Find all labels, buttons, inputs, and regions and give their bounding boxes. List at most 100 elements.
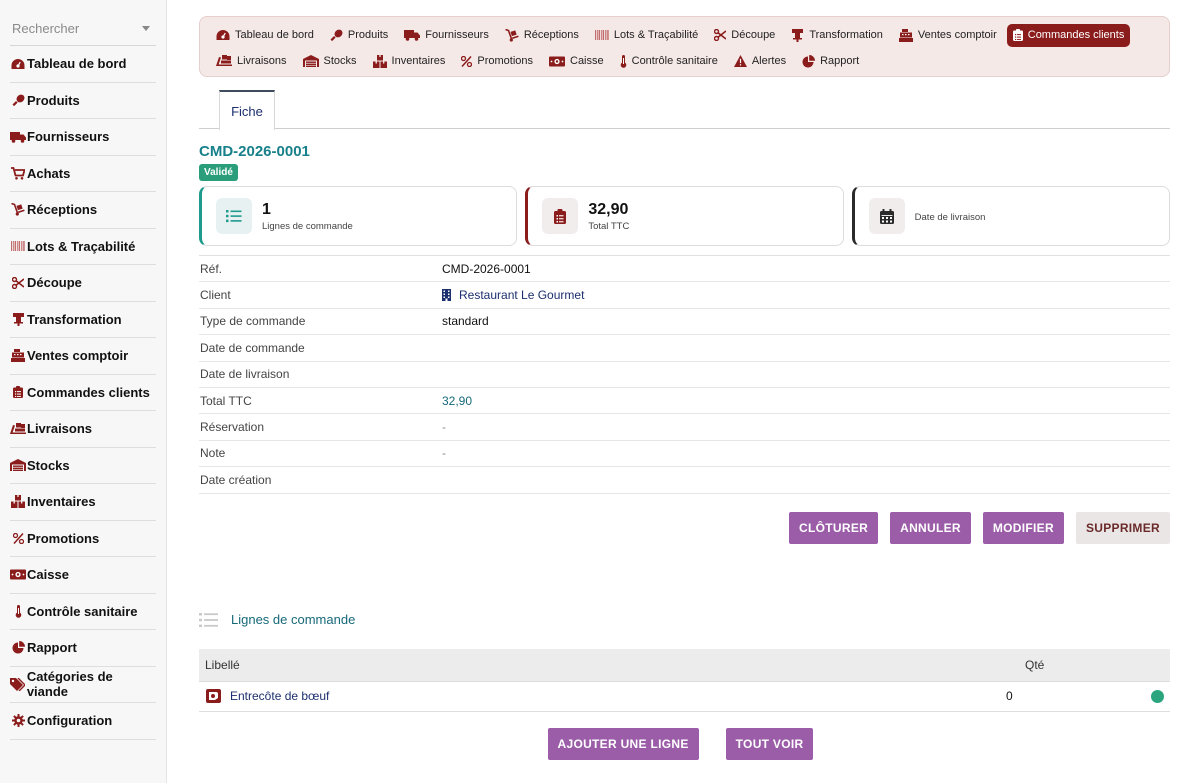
sidebar-item-label: Ventes comptoir <box>27 348 129 364</box>
sidebar-item-label: Découpe <box>27 275 82 291</box>
top-nav-label: Commandes clients <box>1027 29 1125 41</box>
top-nav-label: Caisse <box>570 55 604 67</box>
sidebar-item-money[interactable]: Caisse <box>10 557 156 594</box>
sidebar-item-dolly[interactable]: Réceptions <box>10 192 156 229</box>
tags-icon <box>10 677 26 691</box>
sidebar-item-thermometer[interactable]: Contrôle sanitaire <box>10 594 156 630</box>
table-row[interactable]: Entrecôte de bœuf 0 <box>199 682 1170 712</box>
client-link[interactable]: Restaurant Le Gourmet <box>442 288 584 302</box>
top-nav-thermometer[interactable]: Contrôle sanitaire <box>614 50 724 73</box>
chevron-down-icon[interactable] <box>142 26 150 31</box>
top-nav-warehouse[interactable]: Stocks <box>297 50 363 73</box>
gauge-icon <box>10 58 26 70</box>
top-nav-label: Découpe <box>731 29 776 41</box>
top-nav-label: Contrôle sanitaire <box>631 55 718 67</box>
clipboard-list-icon <box>542 198 579 234</box>
top-nav-label: Tableau de bord <box>235 29 314 41</box>
top-nav-drumstick[interactable]: Produits <box>324 24 394 47</box>
sidebar-item-boxes[interactable]: Inventaires <box>10 484 156 521</box>
details-table: Réf. CMD-2026-0001 Client Restaurant Le … <box>199 255 1170 494</box>
lines-table: Libellé Qté Entrecôte de bœuf 0 <box>199 648 1170 712</box>
created-label: Date création <box>200 472 272 487</box>
detail-row-ref: Réf. CMD-2026-0001 <box>199 256 1170 283</box>
sidebar-item-label: Tableau de bord <box>27 56 127 72</box>
boxes-icon <box>372 54 387 68</box>
detail-row-type: Type de commande standard <box>199 309 1170 336</box>
money-icon <box>549 56 565 67</box>
sidebar-item-truck-ramp[interactable]: Livraisons <box>10 411 156 448</box>
cash-register-icon <box>10 349 26 363</box>
sidebar-item-tags[interactable]: Catégories de viande <box>10 667 156 703</box>
sidebar-item-percent[interactable]: Promotions <box>10 521 156 557</box>
ref-value: CMD-2026-0001 <box>442 261 531 276</box>
list-icon <box>199 612 218 628</box>
sidebar-item-warehouse[interactable]: Stocks <box>10 448 156 484</box>
reservation-label: Réservation <box>200 420 265 435</box>
sidebar-item-cash-register[interactable]: Ventes comptoir <box>10 338 156 375</box>
sidebar-item-grinder[interactable]: Transformation <box>10 302 156 338</box>
top-nav-label: Produits <box>347 29 389 41</box>
sidebar-item-pie-chart[interactable]: Rapport <box>10 630 156 667</box>
dolly-icon <box>10 203 26 216</box>
top-nav-money[interactable]: Caisse <box>543 50 610 73</box>
top-nav-pie-chart[interactable]: Rapport <box>796 50 865 73</box>
delete-button[interactable]: SUPPRIMER <box>1075 511 1170 544</box>
sidebar-item-cart[interactable]: Achats <box>10 156 156 192</box>
lines-actions: AJOUTER UNE LIGNE TOUT VOIR <box>199 727 1170 760</box>
view-all-button[interactable]: TOUT VOIR <box>725 727 814 760</box>
sidebar-item-barcode[interactable]: Lots & Traçabilité <box>10 229 156 265</box>
close-order-button[interactable]: CLÔTURER <box>789 511 879 544</box>
add-line-button[interactable]: AJOUTER UNE LIGNE <box>547 727 699 760</box>
tab-bar: Fiche <box>199 89 1170 130</box>
sidebar-item-label: Fournisseurs <box>27 129 110 145</box>
top-nav-truck-ramp[interactable]: Livraisons <box>210 50 293 73</box>
detail-row-created: Date création <box>199 467 1170 494</box>
detail-row-reservation: Réservation - <box>199 414 1170 441</box>
warehouse-icon <box>302 55 319 67</box>
lines-table-header: Libellé Qté <box>199 648 1170 682</box>
page-title: CMD-2026-0001 <box>199 143 310 160</box>
sidebar-item-gear[interactable]: Configuration <box>10 703 156 740</box>
sidebar-item-scissors[interactable]: Découpe <box>10 265 156 302</box>
cancel-button[interactable]: ANNULER <box>890 511 971 544</box>
dolly-icon <box>505 28 519 42</box>
total-ttc-label: Total TTC <box>200 393 252 408</box>
scissors-icon <box>10 276 26 289</box>
top-nav-truck[interactable]: Fournisseurs <box>398 24 495 47</box>
top-nav-barcode[interactable]: Lots & Traçabilité <box>589 24 704 47</box>
sidebar-item-label: Stocks <box>27 457 70 473</box>
col-qty-header: Qté <box>1025 657 1045 672</box>
total-value: 32,90 <box>588 200 629 218</box>
top-nav-clipboard-list[interactable]: Commandes clients <box>1006 23 1131 47</box>
sidebar-item-clipboard-list[interactable]: Commandes clients <box>10 375 156 411</box>
top-nav-label: Ventes comptoir <box>917 29 997 41</box>
sidebar-item-label: Contrôle sanitaire <box>27 603 138 619</box>
search-box[interactable] <box>10 12 156 46</box>
top-nav-scissors[interactable]: Découpe <box>708 24 781 47</box>
top-nav-percent[interactable]: Promotions <box>455 50 539 73</box>
client-name[interactable]: Restaurant Le Gourmet <box>459 288 584 302</box>
top-nav-cash-register[interactable]: Ventes comptoir <box>893 24 1003 47</box>
top-nav-boxes[interactable]: Inventaires <box>367 50 452 73</box>
top-nav-grinder[interactable]: Transformation <box>785 24 889 47</box>
tab-fiche[interactable]: Fiche <box>219 90 275 130</box>
sidebar-item-gauge[interactable]: Tableau de bord <box>10 46 156 83</box>
detail-row-note: Note - <box>199 441 1170 468</box>
list-icon <box>216 198 252 234</box>
scissors-icon <box>714 29 727 41</box>
status-dot <box>1151 689 1164 703</box>
top-nav-warning[interactable]: Alertes <box>728 50 792 73</box>
total-ttc-value: 32,90 <box>442 393 473 408</box>
line-label-link[interactable]: Entrecôte de bœuf <box>230 689 329 703</box>
edit-button[interactable]: MODIFIER <box>982 511 1064 544</box>
top-nav-dolly[interactable]: Réceptions <box>499 24 585 47</box>
sidebar-item-truck[interactable]: Fournisseurs <box>10 119 156 156</box>
sidebar-item-label: Configuration <box>27 713 113 729</box>
delivery-date-label: Date de livraison <box>200 367 290 382</box>
search-input[interactable] <box>12 21 132 36</box>
top-nav-row-2: Livraisons Stocks Inventaires Promotions Cai… <box>210 48 1159 74</box>
detail-row-client: Client Restaurant Le Gourmet <box>199 282 1170 309</box>
warehouse-icon <box>10 459 26 472</box>
top-nav-gauge[interactable]: Tableau de bord <box>210 24 320 47</box>
sidebar-item-drumstick[interactable]: Produits <box>10 83 156 119</box>
